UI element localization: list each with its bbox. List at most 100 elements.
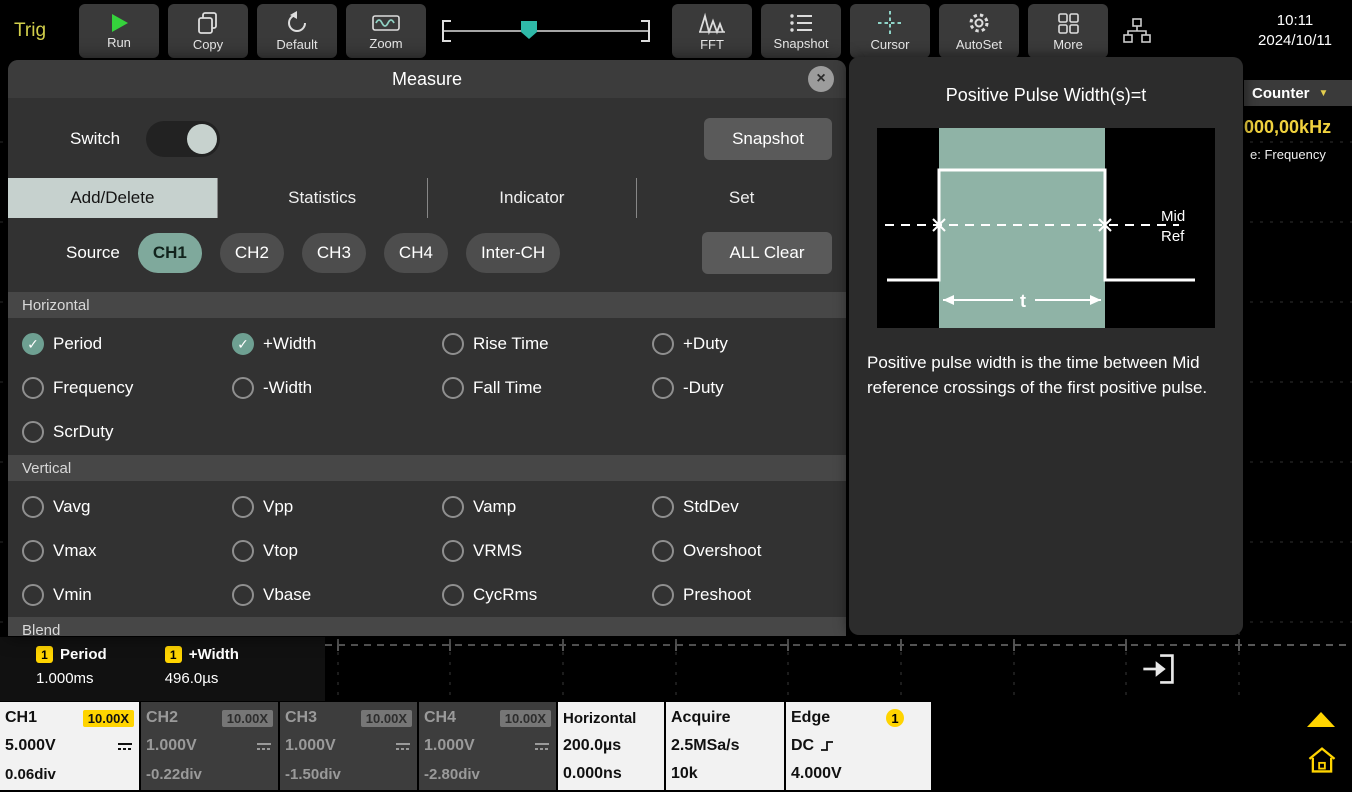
close-icon[interactable]: × xyxy=(808,66,834,92)
copy-icon xyxy=(195,10,221,36)
collapse-up-icon[interactable] xyxy=(1307,712,1335,727)
measure-option-pos-duty[interactable]: +Duty xyxy=(652,322,846,366)
measure-option-vavg[interactable]: Vavg xyxy=(22,485,232,529)
channel-2-status[interactable]: CH2 10.00X 1.000V -0.22div xyxy=(141,702,278,790)
cursor-icon xyxy=(877,10,903,36)
measure-option-vpp[interactable]: Vpp xyxy=(232,485,442,529)
measure-option-vtop[interactable]: Vtop xyxy=(232,529,442,573)
measure-option-cycrms[interactable]: CycRms xyxy=(442,573,652,617)
channel-1-status[interactable]: CH1 10.00X 5.000V 0.06div xyxy=(0,702,139,790)
channel-scale: 5.000V xyxy=(5,737,56,755)
measure-option-vmax[interactable]: Vmax xyxy=(22,529,232,573)
trigger-type: Edge xyxy=(791,709,830,727)
measure-option-label: Vpp xyxy=(263,497,293,517)
measure-option-preshoot[interactable]: Preshoot xyxy=(652,573,846,617)
measure-option-label: Vmin xyxy=(53,585,92,605)
home-icon[interactable] xyxy=(1306,744,1338,776)
source-ch4[interactable]: CH4 xyxy=(384,233,448,273)
probe-ratio-badge: 10.00X xyxy=(500,710,551,727)
measure-option-label: -Duty xyxy=(683,378,724,398)
channel-3-status[interactable]: CH3 10.00X 1.000V -1.50div xyxy=(280,702,417,790)
channel-1-badge: 1 xyxy=(36,646,53,663)
horizontal-position-bar[interactable] xyxy=(435,4,663,58)
checkbox-icon xyxy=(652,333,674,355)
result-name: Period xyxy=(60,646,107,663)
source-ch3[interactable]: CH3 xyxy=(302,233,366,273)
measure-option-pos-width[interactable]: +Width xyxy=(232,322,442,366)
measure-option-frequency[interactable]: Frequency xyxy=(22,366,232,410)
checkbox-icon xyxy=(22,540,44,562)
copy-button[interactable]: Copy xyxy=(168,4,248,58)
autoset-button[interactable]: AutoSet xyxy=(939,4,1019,58)
trigger-status-block[interactable]: Edge 1 DC 4.000V xyxy=(786,702,931,790)
measure-option-rise-time[interactable]: Rise Time xyxy=(442,322,652,366)
network-status[interactable] xyxy=(1117,4,1157,58)
counter-header[interactable]: Counter ▼ xyxy=(1244,80,1352,106)
snapshot-button-toolbar[interactable]: Snapshot xyxy=(761,4,841,58)
default-reset-icon xyxy=(284,10,310,36)
measure-option-vmin[interactable]: Vmin xyxy=(22,573,232,617)
channel-4-status[interactable]: CH4 10.00X 1.000V -2.80div xyxy=(419,702,556,790)
measure-option-label: ScrDuty xyxy=(53,422,113,442)
status-bar: CH1 10.00X 5.000V 0.06div CH2 10.00X 1.0… xyxy=(0,702,1352,792)
oscilloscope-screen: Trig Run Copy Default Zoom xyxy=(0,0,1352,792)
fft-button[interactable]: FFT xyxy=(672,4,752,58)
measure-option-label: Preshoot xyxy=(683,585,751,605)
switch-label: Switch xyxy=(70,129,120,149)
all-clear-button[interactable]: ALL Clear xyxy=(702,232,832,274)
checkbox-icon xyxy=(652,496,674,518)
channel-name: CH3 xyxy=(285,709,317,727)
mid-ref-label-line2: Ref xyxy=(1161,228,1185,245)
channel-offset: -1.50div xyxy=(285,760,412,788)
channel-offset: -2.80div xyxy=(424,760,551,788)
measure-option-label: -Width xyxy=(263,378,312,398)
chevron-down-icon: ▼ xyxy=(1319,88,1329,99)
probe-ratio-badge: 10.00X xyxy=(222,710,273,727)
measure-option-overshoot[interactable]: Overshoot xyxy=(652,529,846,573)
export-icon[interactable] xyxy=(1140,650,1178,688)
cursor-label: Cursor xyxy=(870,38,909,52)
tab-indicator[interactable]: Indicator xyxy=(428,178,638,218)
checkbox-icon xyxy=(232,377,254,399)
source-inter-ch[interactable]: Inter-CH xyxy=(466,233,560,273)
trigger-position-marker xyxy=(521,21,537,39)
measure-option-stddev[interactable]: StdDev xyxy=(652,485,846,529)
measure-option-neg-duty[interactable]: -Duty xyxy=(652,366,846,410)
checkbox-icon xyxy=(652,584,674,606)
source-ch2[interactable]: CH2 xyxy=(220,233,284,273)
measure-option-fall-time[interactable]: Fall Time xyxy=(442,366,652,410)
horizontal-status[interactable]: Horizontal 200.0µs 0.000ns xyxy=(558,702,664,790)
run-button[interactable]: Run xyxy=(79,4,159,58)
measure-option-label: Frequency xyxy=(53,378,133,398)
measure-option-label: Fall Time xyxy=(473,378,542,398)
dc-coupling-icon xyxy=(533,740,551,752)
result-pos-width[interactable]: 1 +Width 496.0µs xyxy=(165,646,239,701)
measure-option-label: StdDev xyxy=(683,497,739,517)
measure-switch-toggle[interactable] xyxy=(146,121,220,157)
measure-option-neg-width[interactable]: -Width xyxy=(232,366,442,410)
result-period[interactable]: 1 Period 1.000ms xyxy=(36,646,107,701)
source-ch1[interactable]: CH1 xyxy=(138,233,202,273)
tab-set[interactable]: Set xyxy=(637,178,846,218)
measure-option-vrms[interactable]: VRMS xyxy=(442,529,652,573)
measure-option-period[interactable]: Period xyxy=(22,322,232,366)
snapshot-button[interactable]: Snapshot xyxy=(704,118,832,160)
tab-add-delete[interactable]: Add/Delete xyxy=(8,178,218,218)
measure-option-vbase[interactable]: Vbase xyxy=(232,573,442,617)
horizontal-delay: 0.000ns xyxy=(563,760,659,788)
sample-rate: 2.5MSa/s xyxy=(671,732,779,760)
zoom-button[interactable]: Zoom xyxy=(346,4,426,58)
counter-source: e: Frequency xyxy=(1244,147,1352,162)
measure-tabs: Add/Delete Statistics Indicator Set xyxy=(8,178,846,218)
tab-statistics[interactable]: Statistics xyxy=(218,178,428,218)
measure-option-scrduty[interactable]: ScrDuty xyxy=(22,410,232,454)
acquire-status[interactable]: Acquire 2.5MSa/s 10k xyxy=(666,702,784,790)
default-button[interactable]: Default xyxy=(257,4,337,58)
probe-ratio-badge: 10.00X xyxy=(361,710,412,727)
dc-coupling-icon xyxy=(255,740,273,752)
zoom-label: Zoom xyxy=(369,37,402,51)
vertical-measure-grid: Vavg Vpp Vamp StdDev Vmax Vtop VRMS Over… xyxy=(8,485,846,617)
cursor-button[interactable]: Cursor xyxy=(850,4,930,58)
measure-option-vamp[interactable]: Vamp xyxy=(442,485,652,529)
more-button[interactable]: More xyxy=(1028,4,1108,58)
